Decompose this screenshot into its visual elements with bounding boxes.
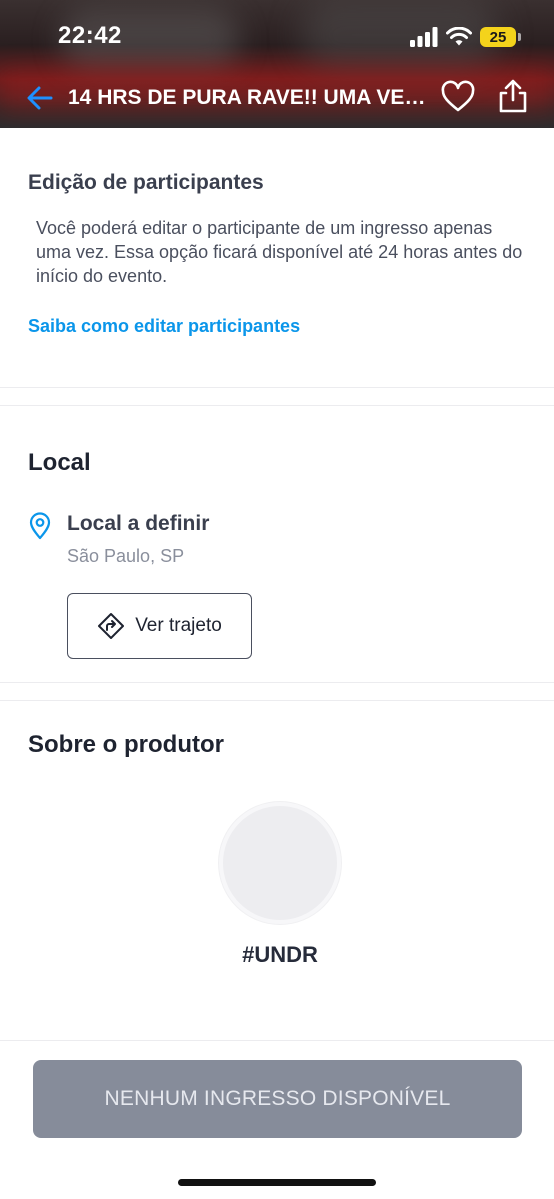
footer-divider [0, 1040, 554, 1041]
signal-icon [410, 27, 438, 47]
status-icons: 25 [410, 24, 521, 50]
share-button[interactable] [496, 78, 532, 116]
battery-indicator: 25 [480, 27, 521, 47]
edit-participants-heading: Edição de participantes [28, 171, 264, 194]
section-divider [0, 405, 554, 406]
no-tickets-label: NENHUM INGRESSO DISPONÍVEL [104, 1087, 451, 1110]
section-divider [0, 387, 554, 388]
home-indicator [178, 1179, 376, 1186]
location-pin-icon [29, 512, 51, 540]
section-divider [0, 682, 554, 683]
heart-icon [441, 80, 475, 112]
wifi-icon [446, 27, 472, 46]
section-divider [0, 700, 554, 701]
view-route-label: Ver trajeto [135, 615, 222, 636]
route-icon [98, 613, 125, 639]
venue-city: São Paulo, SP [67, 546, 185, 566]
nav-bar: 14 HRS DE PURA RAVE!! UMA VEZ AO ANO [0, 72, 554, 122]
status-time: 22:42 [58, 22, 122, 49]
event-header: 22:42 25 14 HRS DE PURA RAVE!! UMA VEZ A… [0, 0, 554, 128]
no-tickets-button[interactable]: NENHUM INGRESSO DISPONÍVEL [33, 1060, 522, 1138]
producer-name[interactable]: #UNDR [0, 942, 554, 968]
back-button[interactable] [24, 82, 56, 114]
location-heading: Local [28, 449, 91, 476]
view-route-button[interactable]: Ver trajeto [67, 593, 252, 659]
favorite-button[interactable] [440, 80, 476, 116]
venue-name: Local a definir [67, 512, 210, 535]
event-title: 14 HRS DE PURA RAVE!! UMA VEZ AO ANO [68, 86, 430, 109]
producer-avatar[interactable] [219, 802, 341, 924]
edit-participants-description: Você poderá editar o participante de um … [36, 218, 523, 286]
producer-heading: Sobre o produtor [28, 731, 224, 758]
share-icon [499, 79, 527, 113]
back-arrow-icon [27, 86, 53, 110]
edit-participants-help-link[interactable]: Saiba como editar participantes [28, 316, 300, 337]
